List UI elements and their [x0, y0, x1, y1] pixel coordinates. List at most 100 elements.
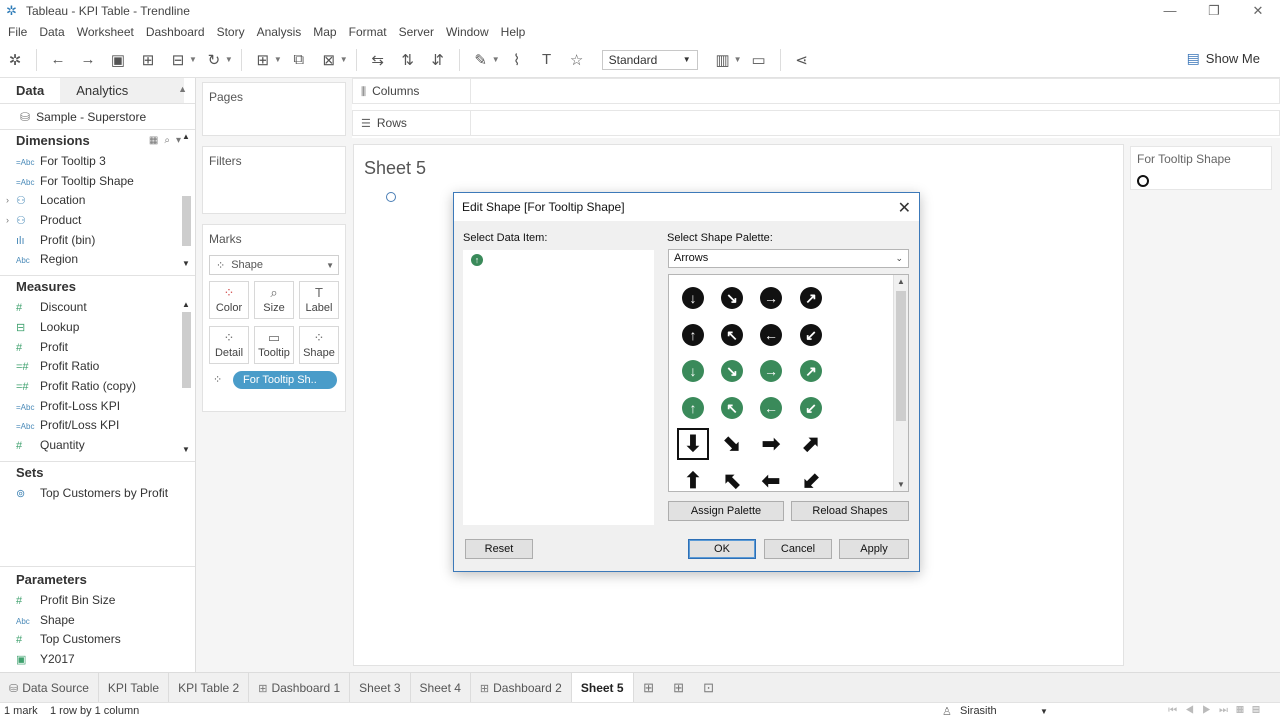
data-item-list[interactable]: ↑	[463, 250, 654, 525]
arrow-down-left-green-circle-icon[interactable]: ↙	[799, 396, 823, 420]
param-y2017[interactable]: ▣ Y2017	[0, 650, 195, 670]
menu-data[interactable]: Data	[39, 25, 64, 39]
arrow-up-right-green-circle-icon[interactable]: ↗	[799, 359, 823, 383]
tab-sheet-4[interactable]: Sheet 4	[411, 672, 471, 703]
arrow-down-green-circle-icon[interactable]: ↓	[681, 359, 705, 383]
chevron-down-icon[interactable]: ▼	[189, 55, 197, 64]
expand-icon[interactable]: ›	[6, 211, 9, 231]
scroll-down-icon[interactable]: ▼	[897, 480, 905, 489]
scrollbar-thumb[interactable]	[182, 312, 191, 389]
new-worksheet-icon[interactable]: ⊞	[251, 48, 275, 72]
chevron-down-icon[interactable]: ▼	[492, 55, 500, 64]
menu-worksheet[interactable]: Worksheet	[77, 25, 134, 39]
arrow-up-left-black-circle-icon[interactable]: ↖	[720, 323, 744, 347]
circle-shape-icon[interactable]	[1137, 175, 1149, 187]
menu-format[interactable]: Format	[349, 25, 387, 39]
arrow-up-solid-icon[interactable]: ⬆	[681, 469, 705, 492]
arrow-down-left-black-circle-icon[interactable]: ↙	[799, 323, 823, 347]
arrow-left-green-circle-icon[interactable]: ←	[759, 396, 783, 420]
arrow-right-solid-icon[interactable]: ➡	[759, 432, 783, 456]
shape-palette-dropdown[interactable]: Arrows ⌄	[668, 249, 909, 268]
shape-button[interactable]: ⁘ Shape	[299, 326, 339, 364]
arrow-down-right-solid-icon[interactable]: ⬊	[720, 432, 744, 456]
arrow-up-black-circle-icon[interactable]: ↑	[681, 323, 705, 347]
columns-shelf[interactable]: ⫼ Columns	[352, 78, 1280, 104]
dimensions-scrollbar[interactable]: ▲ ▼	[181, 130, 191, 270]
ok-button[interactable]: OK	[688, 539, 756, 559]
set-top-customers-by-profit[interactable]: ⊚ Top Customers by Profit	[0, 484, 195, 504]
user-menu-chevron-icon[interactable]: ▼	[1040, 707, 1048, 716]
apply-button[interactable]: Apply	[839, 539, 909, 559]
clear-sheet-icon[interactable]: ⊠	[317, 48, 341, 72]
menu-map[interactable]: Map	[313, 25, 336, 39]
minimize-button[interactable]: —	[1148, 0, 1192, 22]
menu-file[interactable]: File	[8, 25, 27, 39]
expand-icon[interactable]: ›	[6, 191, 9, 211]
scroll-up-icon[interactable]: ▲	[182, 300, 190, 309]
menu-analysis[interactable]: Analysis	[257, 25, 302, 39]
field-for-tooltip-3[interactable]: =Abc For Tooltip 3	[0, 152, 195, 172]
tableau-start-icon[interactable]: ✲	[3, 48, 27, 72]
mark-type-dropdown[interactable]: ⁘ Shape ▼	[209, 255, 339, 275]
arrow-up-circle-icon[interactable]: ↑	[471, 254, 483, 266]
arrow-down-left-solid-icon[interactable]: ⬋	[799, 469, 823, 492]
group-members-icon[interactable]: ⌇	[505, 48, 529, 72]
tab-kpi-table[interactable]: KPI Table	[99, 672, 170, 703]
measures-scrollbar[interactable]: ▲ ▼	[181, 298, 191, 456]
shape-grid-scrollbar[interactable]: ▲ ▼	[893, 275, 908, 491]
tooltip-button[interactable]: ▭ Tooltip	[254, 326, 294, 364]
arrow-down-right-black-circle-icon[interactable]: ↘	[720, 286, 744, 310]
tab-sheet-3[interactable]: Sheet 3	[350, 672, 411, 703]
tab-kpi-table-2[interactable]: KPI Table 2	[169, 672, 250, 703]
chevron-down-icon[interactable]: ▼	[340, 55, 348, 64]
field-profit[interactable]: # Profit	[0, 338, 195, 358]
assign-palette-button[interactable]: Assign Palette	[668, 501, 784, 521]
field-profit-ratio-copy[interactable]: =# Profit Ratio (copy)	[0, 377, 195, 397]
arrow-right-green-circle-icon[interactable]: →	[759, 359, 783, 383]
highlight-icon[interactable]: ✎	[469, 48, 493, 72]
new-story-icon[interactable]: ⊡	[694, 680, 724, 696]
fix-axes-icon[interactable]: ☆	[565, 48, 589, 72]
scroll-up-icon[interactable]: ▲	[182, 132, 190, 141]
arrow-up-right-black-circle-icon[interactable]: ↗	[799, 286, 823, 310]
swap-rows-columns-icon[interactable]: ⇆	[366, 48, 390, 72]
field-quantity[interactable]: # Quantity	[0, 436, 195, 456]
field-profit-bin[interactable]: ılı Profit (bin)	[0, 231, 195, 251]
field-profit-loss-kpi[interactable]: =Abc Profit-Loss KPI	[0, 397, 195, 417]
tab-sheet-5[interactable]: Sheet 5	[571, 672, 634, 703]
cancel-button[interactable]: Cancel	[764, 539, 832, 559]
chevron-down-icon[interactable]: ▼	[225, 55, 233, 64]
field-discount[interactable]: # Discount	[0, 298, 195, 318]
menu-help[interactable]: Help	[501, 25, 526, 39]
param-shape[interactable]: Abc Shape	[0, 611, 195, 631]
datasource-item[interactable]: ⛁ Sample - Superstore	[0, 104, 195, 130]
scrollbar-thumb[interactable]	[896, 291, 906, 421]
filters-shelf[interactable]: Filters	[202, 146, 346, 214]
user-name[interactable]: Sirasith	[960, 705, 997, 717]
field-profit-ratio[interactable]: =# Profit Ratio	[0, 357, 195, 377]
duplicate-sheet-icon[interactable]: ⧉	[287, 48, 311, 72]
tab-data-source[interactable]: ⛁ Data Source	[0, 672, 99, 703]
chevron-down-icon[interactable]: ▼	[734, 55, 742, 64]
new-datasource-icon[interactable]: ⊞	[136, 48, 160, 72]
tab-dashboard-2[interactable]: ⊞ Dashboard 2	[471, 672, 572, 703]
menu-dashboard[interactable]: Dashboard	[146, 25, 205, 39]
color-button[interactable]: ⁘ Color	[209, 281, 249, 319]
detail-button[interactable]: ⁘ Detail	[209, 326, 249, 364]
new-worksheet-icon[interactable]: ⊞	[634, 680, 664, 696]
rows-shelf[interactable]: ☰ Rows	[352, 110, 1280, 136]
scroll-down-icon[interactable]: ▼	[182, 259, 190, 268]
param-profit-bin-size[interactable]: # Profit Bin Size	[0, 591, 195, 611]
restore-button[interactable]: ❐	[1192, 0, 1236, 22]
field-lookup[interactable]: ⊟ Lookup	[0, 318, 195, 338]
arrow-up-green-circle-icon[interactable]: ↑	[681, 396, 705, 420]
new-dashboard-icon[interactable]: ⊞	[664, 680, 694, 696]
sort-descending-icon[interactable]: ⇵	[426, 48, 450, 72]
chevron-down-icon[interactable]: ▼	[274, 55, 282, 64]
arrow-up-left-green-circle-icon[interactable]: ↖	[720, 396, 744, 420]
size-button[interactable]: ⌕ Size	[254, 281, 294, 319]
arrow-down-black-circle-icon[interactable]: ↓	[681, 286, 705, 310]
tab-analytics[interactable]: Analytics	[60, 78, 185, 103]
pane-menu-icon[interactable]: ▲	[178, 84, 187, 94]
fit-dropdown[interactable]: Standard ▼	[601, 49, 698, 70]
